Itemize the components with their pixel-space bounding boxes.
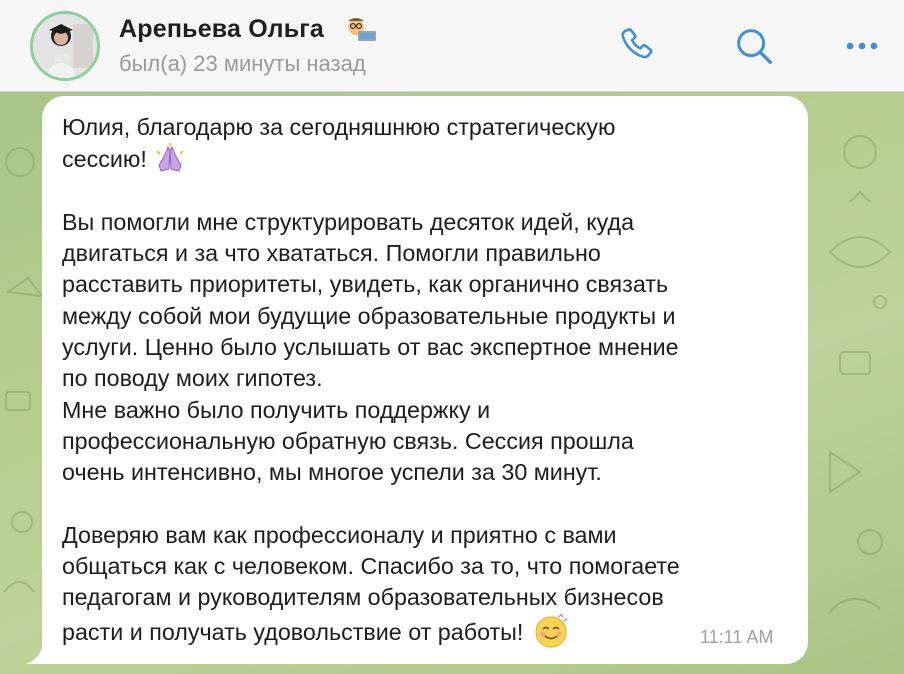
message-line: Мне важно было получить поддержку и bbox=[62, 396, 491, 423]
avatar-photo bbox=[33, 14, 97, 78]
message-line: услуги. Ценно было услышать от вас экспе… bbox=[62, 334, 679, 361]
message-line: Вы помогли мне структурировать десяток и… bbox=[62, 208, 635, 235]
phone-icon bbox=[621, 28, 653, 59]
message-line: общаться как с человеком. Спасибо за то,… bbox=[62, 553, 680, 580]
message-line: Доверяю вам как профессионалу и приятно … bbox=[62, 521, 617, 548]
message-line: педагогам и руководителям образовательны… bbox=[62, 584, 664, 611]
message-line: Юлия, благодарю за сегодняшнюю стратегич… bbox=[62, 114, 616, 140]
smiling-face-emoji bbox=[535, 613, 568, 648]
contact-name[interactable]: Арепьева Ольга bbox=[119, 15, 324, 44]
message-line: между собой мои будущие образовательные … bbox=[62, 302, 676, 329]
more-button[interactable] bbox=[836, 20, 888, 72]
message-line: расставить приоритеты, увидеть, как орга… bbox=[62, 271, 669, 298]
message-line: по поводу моих гипотез. bbox=[62, 365, 323, 392]
avatar[interactable] bbox=[30, 11, 100, 81]
chat-header: Арепьева Ольга был(а) 23 минуты назад bbox=[0, 0, 904, 92]
message-line: двигаться и за что хвататься. Помогли пр… bbox=[62, 240, 601, 267]
search-icon bbox=[737, 29, 772, 64]
message-line: расти и получать удовольствие от работы! bbox=[62, 618, 524, 645]
last-seen-status: был(а) 23 минуты назад bbox=[119, 51, 366, 76]
message-line: очень интенсивно, мы многое успели за 30… bbox=[62, 459, 602, 486]
call-button[interactable] bbox=[612, 20, 664, 72]
folded-hands-emoji bbox=[156, 143, 184, 172]
message-line: профессиональную обратную связь. Сессия … bbox=[62, 427, 634, 454]
message-time: 11:11 AM bbox=[700, 627, 774, 647]
message-text[interactable]: Юлия, благодарю за сегодняшнюю стратегич… bbox=[62, 112, 792, 648]
search-button[interactable] bbox=[728, 20, 780, 72]
more-icon bbox=[846, 42, 878, 50]
teacher-laptop-emoji bbox=[348, 18, 376, 41]
message-line: сессию! bbox=[62, 146, 147, 173]
